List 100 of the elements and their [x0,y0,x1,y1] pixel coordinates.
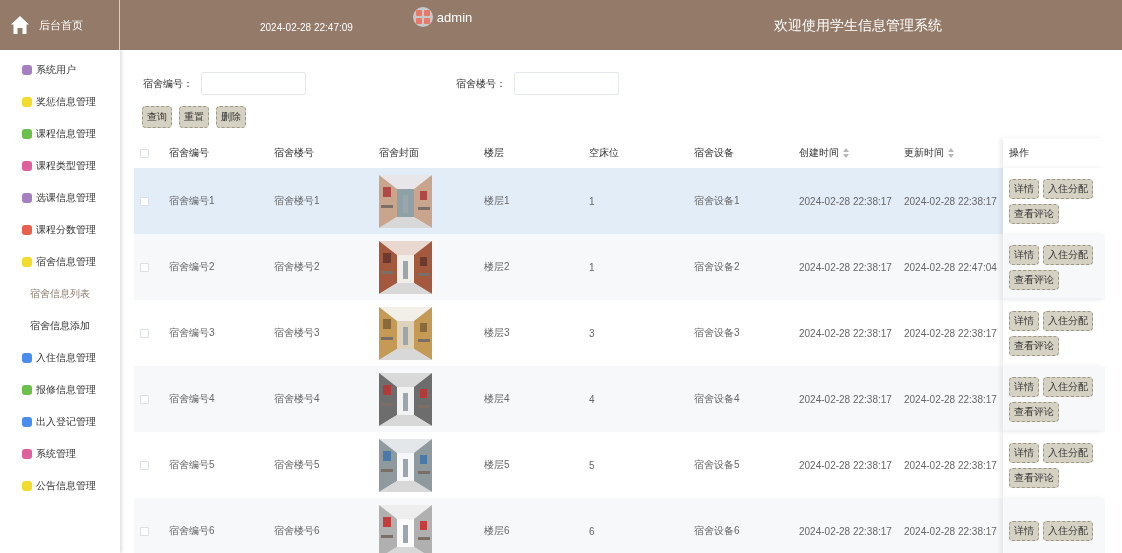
table-cell: 1 [589,195,595,207]
table-cell: 2024-02-28 22:47:04 [904,261,997,273]
sidebar-item[interactable]: 选课信息管理 [0,182,120,214]
table-cell: 宿舍编号2 [169,260,215,274]
row-action-button[interactable]: 详情 [1009,310,1039,331]
table-cell: 1 [589,261,595,273]
sidebar-item[interactable]: 报修信息管理 [0,374,120,406]
current-datetime: 2024-02-28 22:47:09 [260,21,353,33]
table-cell: 楼层3 [484,326,510,340]
table-cell: 宿舍编号3 [169,326,215,340]
table-cell: 宿舍设备2 [694,260,740,274]
sidebar-item[interactable]: 入住信息管理 [0,342,120,374]
table-row[interactable]: 宿舍编号1 宿舍楼号1 楼层1 1 宿舍设备1 2024-02-28 22:38:17 2024-02-28 22:38:17 详情 入住分配 查看评论 [134,168,1105,234]
row-action-button[interactable]: 入住分配 [1043,521,1093,541]
row-action-button[interactable]: 查看评论 [1009,401,1059,422]
row-action-button[interactable]: 入住分配 [1043,178,1093,199]
user-name[interactable]: admin [436,9,473,25]
table-cell: 宿舍编号5 [169,458,215,472]
sidebar-item[interactable]: 公告信息管理 [0,470,120,502]
row-action-button[interactable]: 详情 [1009,442,1039,463]
table-cell: 楼层6 [484,524,510,538]
sort-icon[interactable] [843,148,849,158]
field-label: 宿舍楼号： [456,76,507,91]
sidebar-subitem[interactable]: 宿舍信息列表 [0,278,120,310]
table-cell: 5 [589,459,595,471]
table-cell: 宿舍楼号5 [274,458,320,472]
sidebar-subitem[interactable]: 宿舍信息添加 [0,310,120,342]
home-icon [10,15,30,35]
table-row[interactable]: 宿舍编号4 宿舍楼号4 楼层4 4 宿舍设备4 2024-02-28 22:38:17 2024-02-28 22:38:17 详情 入住分配 查看评论 [134,366,1105,432]
table-row[interactable]: 宿舍编号3 宿舍楼号3 楼层3 3 宿舍设备3 2024-02-28 22:38:17 2024-02-28 22:38:17 详情 入住分配 查看评论 [134,300,1105,366]
table-cell: 楼层5 [484,458,510,472]
table-cell: 2024-02-28 22:38:17 [904,327,997,339]
table-cell: 2024-02-28 22:38:17 [799,459,892,471]
table-cell: 宿舍楼号4 [274,392,320,406]
sidebar-item[interactable]: 课程分数管理 [0,214,120,246]
action-button[interactable]: 查询 [142,106,172,128]
table-row[interactable]: 宿舍编号6 宿舍楼号6 楼层6 6 宿舍设备6 2024-02-28 22:38:17 2024-02-28 22:38:17 详情 入住分配 [134,498,1105,553]
row-action-button[interactable]: 详情 [1009,244,1039,265]
row-action-button[interactable]: 详情 [1009,178,1039,199]
column-header: 更新时间 [904,146,944,160]
table-cell: 宿舍楼号6 [274,524,320,538]
checkbox[interactable] [140,328,149,338]
table-cell: 宿舍编号1 [169,194,215,208]
row-action-button[interactable]: 查看评论 [1009,335,1059,356]
row-action-button[interactable]: 查看评论 [1009,203,1059,224]
search-field[interactable] [514,72,619,95]
row-action-button[interactable]: 查看评论 [1009,467,1059,488]
table-cell: 2024-02-28 22:38:17 [799,393,892,405]
table-cell: 2024-02-28 22:38:17 [904,393,997,405]
table-cell: 楼层1 [484,194,510,208]
table-cell: 4 [589,393,595,405]
action-button[interactable]: 重置 [179,106,209,128]
row-action-button[interactable]: 入住分配 [1043,442,1093,463]
row-action-button[interactable]: 查看评论 [1009,269,1059,290]
sidebar-item[interactable]: 宿舍信息管理 [0,246,120,278]
row-action-button[interactable]: 入住分配 [1043,376,1093,397]
table-cell: 宿舍楼号3 [274,326,320,340]
table-cell: 2024-02-28 22:38:17 [799,195,892,207]
system-title: 欢迎使用学生信息管理系统 [774,17,942,35]
table-cell: 宿舍设备5 [694,458,740,472]
row-action-button[interactable]: 入住分配 [1043,244,1093,265]
column-header: 空床位 [589,146,619,160]
column-header: 宿舍编号 [169,146,209,160]
checkbox[interactable] [140,262,149,272]
sidebar-item[interactable]: 课程信息管理 [0,118,120,150]
table-cell: 2024-02-28 22:38:17 [904,195,997,207]
sidebar-item[interactable]: 系统管理 [0,438,120,470]
sidebar-item[interactable]: 出入登记管理 [0,406,120,438]
column-header: 宿舍设备 [694,146,734,160]
row-action-button[interactable]: 详情 [1009,376,1039,397]
table-row[interactable]: 宿舍编号5 宿舍楼号5 楼层5 5 宿舍设备5 2024-02-28 22:38:17 2024-02-28 22:38:17 详情 入住分配 查看评论 [134,432,1105,498]
row-action-button[interactable]: 详情 [1009,521,1039,541]
table-cell: 2024-02-28 22:38:17 [799,327,892,339]
table-cell: 2024-02-28 22:38:17 [799,525,892,537]
table-cell: 楼层4 [484,392,510,406]
checkbox[interactable] [140,196,149,206]
column-header: 宿舍楼号 [274,146,314,160]
checkbox[interactable] [140,394,149,404]
table-cell: 6 [589,525,595,537]
table-cell: 楼层2 [484,260,510,274]
table-cell: 宿舍设备1 [694,194,740,208]
checkbox[interactable] [140,460,149,470]
sort-icon[interactable] [948,148,954,158]
sidebar-item[interactable]: 课程类型管理 [0,150,120,182]
sidebar-item[interactable]: 奖惩信息管理 [0,86,120,118]
table-row[interactable]: 宿舍编号2 宿舍楼号2 楼层2 1 宿舍设备2 2024-02-28 22:38:17 2024-02-28 22:47:04 详情 入住分配 查看评论 [134,234,1105,300]
search-field[interactable] [201,72,306,95]
sidebar-item[interactable]: 系统用户 [0,54,120,86]
table-cell: 宿舍编号4 [169,392,215,406]
table-cell: 2024-02-28 22:38:17 [904,459,997,471]
field-label: 宿舍编号： [143,76,194,91]
checkbox[interactable] [140,148,149,158]
table-cell: 3 [589,327,595,339]
checkbox[interactable] [140,526,149,536]
table-cell: 2024-02-28 22:38:17 [799,261,892,273]
action-button[interactable]: 删除 [216,106,246,128]
home-link[interactable]: 后台首页 [0,0,120,50]
table-cell: 宿舍编号6 [169,524,215,538]
row-action-button[interactable]: 入住分配 [1043,310,1093,331]
column-header: 操作 [1009,146,1029,160]
